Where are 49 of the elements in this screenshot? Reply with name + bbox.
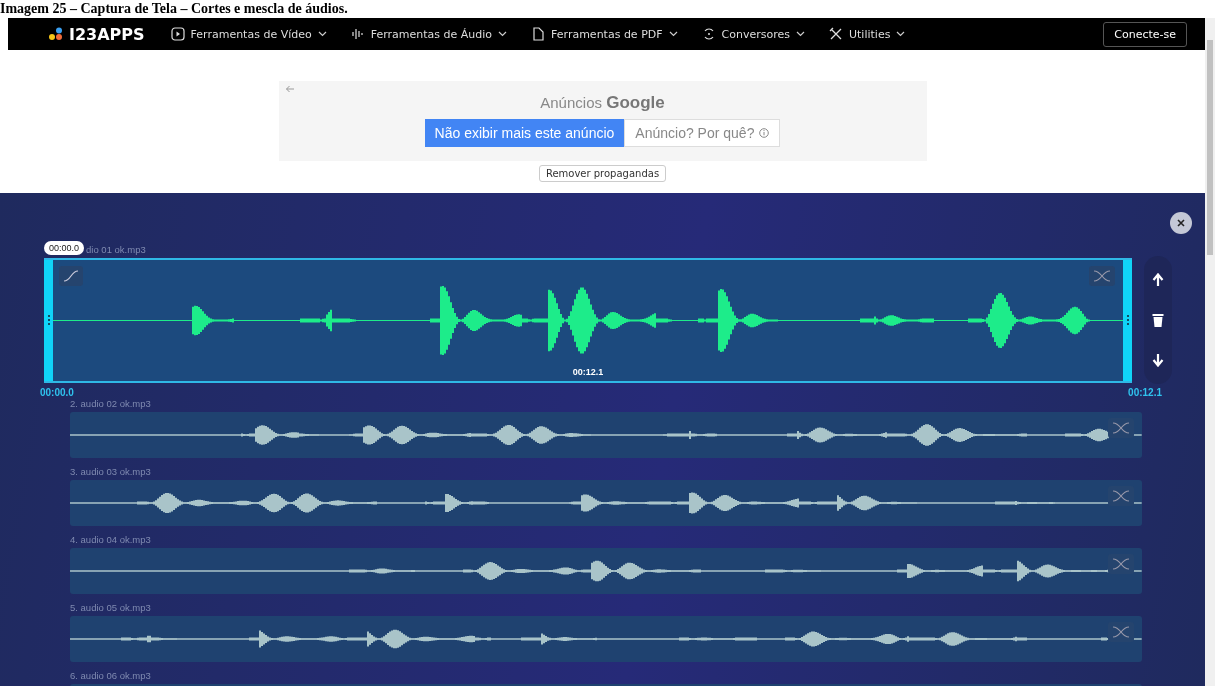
why-ad-button[interactable]: Anúncio? Por quê? (624, 119, 781, 147)
crossfade-icon[interactable] (1108, 622, 1134, 642)
remove-ads-button[interactable]: Remover propagandas (538, 165, 667, 182)
hide-ad-button[interactable]: Não exibir mais este anúncio (424, 119, 625, 147)
nav-menu[interactable]: Conversores (721, 27, 790, 41)
play-icon (170, 27, 185, 41)
chevron-icon (796, 31, 805, 37)
trim-handle[interactable] (44, 259, 53, 381)
info-icon (759, 128, 770, 138)
audio-track[interactable] (70, 412, 1142, 458)
scrollbar[interactable] (1205, 18, 1215, 686)
nav-menu[interactable]: Ferramentas de PDF (551, 27, 663, 41)
nav-menu[interactable]: Ferramentas de Vídeo (190, 27, 312, 41)
fade-curve-icon[interactable] (59, 265, 83, 286)
waveform-icon (350, 27, 365, 41)
back-arrow-icon[interactable] (284, 85, 295, 93)
crossfade-icon[interactable] (1108, 418, 1134, 438)
crossfade-icon[interactable] (1089, 265, 1115, 286)
chevron-icon (498, 31, 508, 37)
chevron-icon (668, 31, 678, 37)
chevron-icon (317, 31, 327, 37)
audio-track[interactable] (70, 548, 1142, 594)
close-icon[interactable] (1170, 212, 1192, 234)
track-name: 4. audio 04 ok.mp3 (70, 534, 152, 546)
track-name: 2. audio 02 ok.mp3 (70, 398, 152, 410)
playhead-time: 00:00.0 (44, 241, 85, 255)
end-time: 00:12.1 (1128, 387, 1162, 398)
tools-icon (829, 27, 843, 41)
document-icon (531, 27, 546, 41)
track-duration: 00:12.1 (572, 366, 604, 377)
trim-handle[interactable] (1123, 259, 1132, 381)
ad-title: Anúncios Google (540, 93, 665, 113)
logo-icon (48, 27, 64, 41)
logo-text[interactable]: I23APPS (69, 24, 145, 44)
track-selection[interactable]: 00:12.1 (44, 257, 1132, 383)
crossfade-icon[interactable] (1108, 486, 1134, 506)
login-button[interactable]: Conecte-se (1103, 21, 1187, 47)
audio-track[interactable] (70, 480, 1142, 526)
crossfade-icon[interactable] (1108, 554, 1134, 574)
track-name: 5. audio 05 ok.mp3 (70, 602, 152, 614)
track-name: dio 01 ok.mp3 (86, 244, 146, 255)
nav-menu[interactable]: Utilities (849, 27, 891, 41)
start-time: 00:00.0 (40, 387, 74, 398)
audio-track[interactable] (70, 616, 1142, 662)
figure-caption: Imagem 25 – Captura de Tela – Cortes e mescla de áudios. (0, 1, 348, 17)
chevron-icon (896, 31, 906, 37)
track-name: 3. audio 03 ok.mp3 (70, 466, 152, 478)
nav-menu[interactable]: Ferramentas de Áudio (370, 27, 493, 41)
track-name: 6. audio 06 ok.mp3 (70, 670, 152, 682)
